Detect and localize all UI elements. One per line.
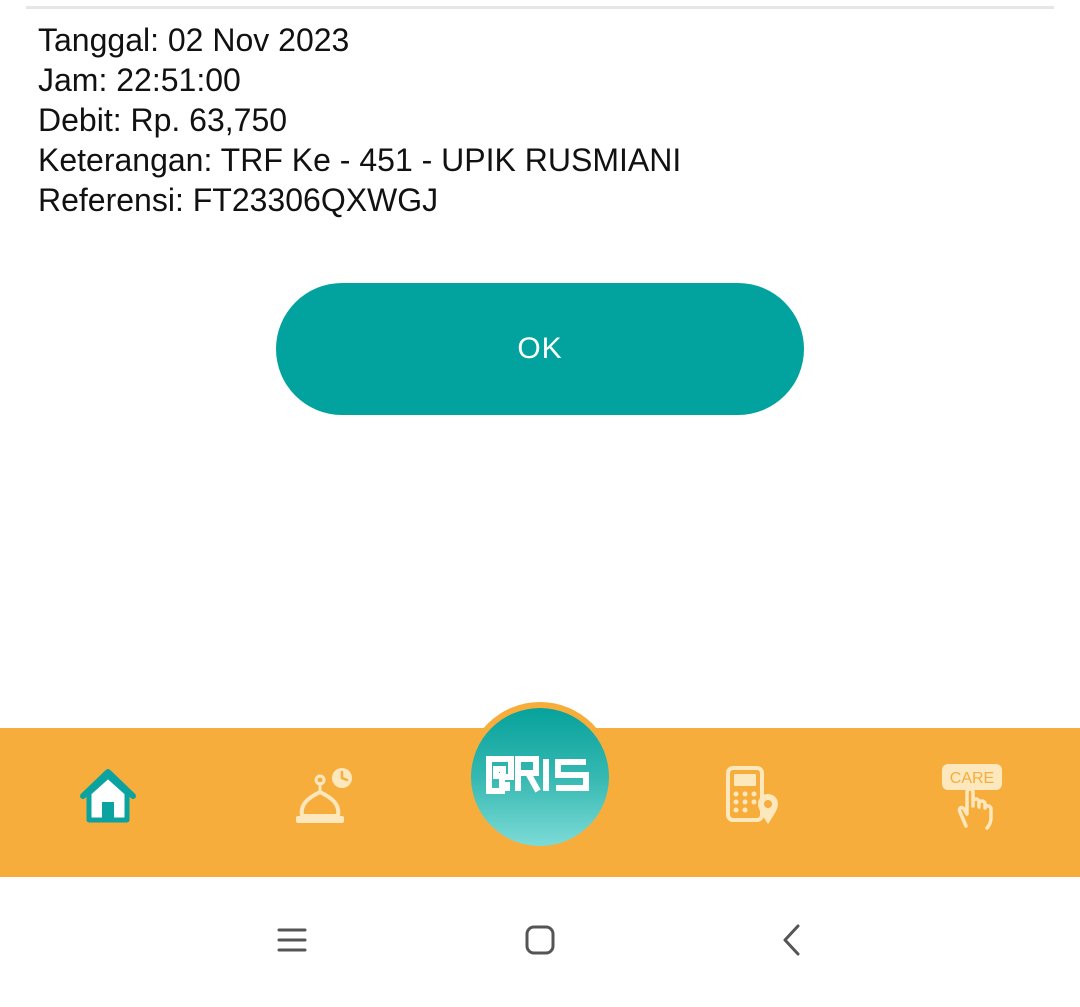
ok-button[interactable]: OK: [276, 283, 804, 415]
mosque-clock-icon: [290, 764, 354, 833]
system-menu-button[interactable]: [268, 918, 316, 966]
transaction-details: Tanggal: 02 Nov 2023 Jam: 22:51:00 Debit…: [38, 20, 681, 220]
transaction-debit: Debit: Rp. 63,750: [38, 102, 288, 138]
care-icon: CARE: [940, 762, 1004, 835]
top-divider: [26, 6, 1054, 9]
nav-prayer-time-button[interactable]: [262, 738, 382, 858]
nav-atm-locator-button[interactable]: [692, 738, 812, 858]
care-text: CARE: [950, 770, 994, 787]
transaction-time: Jam: 22:51:00: [38, 62, 241, 98]
transaction-reference: Referensi: FT23306QXWGJ: [38, 182, 439, 218]
qris-icon: [486, 755, 594, 800]
home-icon: [77, 766, 139, 831]
qris-button[interactable]: [471, 708, 609, 846]
menu-icon: [277, 927, 307, 958]
transaction-receipt-screen: Tanggal: 02 Nov 2023 Jam: 22:51:00 Debit…: [0, 0, 1080, 1007]
nav-care-button[interactable]: CARE: [912, 738, 1032, 858]
home-square-icon: [525, 925, 555, 960]
transaction-description: Keterangan: TRF Ke - 451 - UPIK RUSMIANI: [38, 142, 682, 178]
system-home-button[interactable]: [516, 918, 564, 966]
transaction-date: Tanggal: 02 Nov 2023: [38, 22, 350, 58]
system-back-button[interactable]: [768, 918, 816, 966]
back-icon: [782, 924, 802, 961]
atm-location-icon: [720, 764, 784, 833]
nav-home-button[interactable]: [48, 738, 168, 858]
